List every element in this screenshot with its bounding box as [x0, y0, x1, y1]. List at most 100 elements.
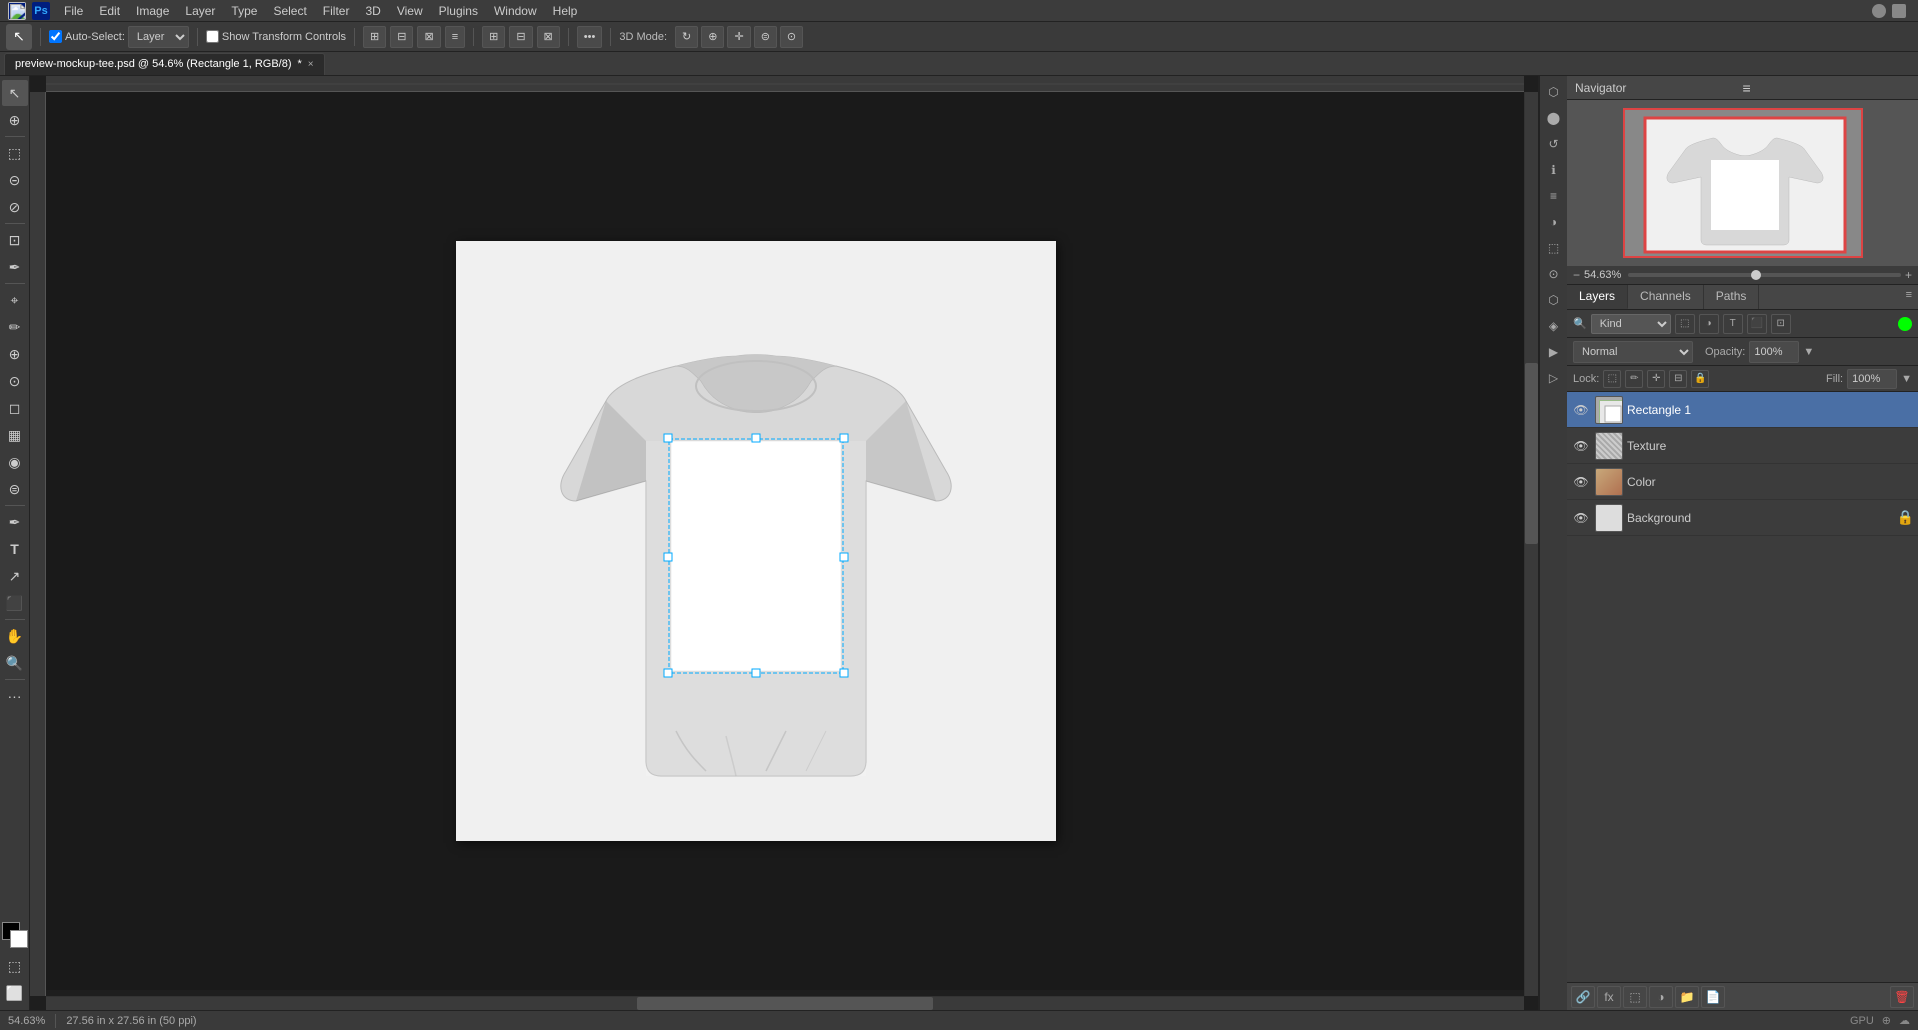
panel-icon-styles[interactable]: ◈ [1542, 314, 1566, 338]
layer-row-rectangle1[interactable]: 👁 Rectangle 1 [1567, 392, 1918, 428]
menu-image[interactable]: Image [128, 2, 177, 20]
snap-btn[interactable]: ⊙ [780, 26, 803, 48]
menu-view[interactable]: View [389, 2, 431, 20]
filter-type-btn[interactable]: T [1723, 314, 1743, 334]
zoom-out-icon[interactable]: − [1573, 268, 1580, 282]
panel-icon-info[interactable]: ⬡ [1542, 80, 1566, 104]
panel-icon-cc[interactable]: ≡ [1542, 184, 1566, 208]
window-controls[interactable] [1892, 4, 1906, 18]
tool-shape[interactable]: ⬛ [2, 590, 28, 616]
orbit-btn[interactable]: ⊕ [701, 26, 724, 48]
panel-icon-3d[interactable]: ⬡ [1542, 288, 1566, 312]
canvas-wrapper[interactable] [46, 92, 1538, 990]
new-layer-btn[interactable]: 📄 [1701, 986, 1725, 1008]
zoom-in-icon[interactable]: + [1905, 268, 1912, 282]
zoom-track[interactable] [1628, 273, 1901, 277]
tool-marquee[interactable]: ⬚ [2, 140, 28, 166]
tab-channels[interactable]: Channels [1628, 285, 1704, 309]
v-scrollbar-thumb[interactable] [1525, 363, 1538, 544]
tool-zoom[interactable]: 🔍 [2, 650, 28, 676]
opacity-arrow[interactable]: ▼ [1803, 346, 1814, 358]
filter-smartobj-btn[interactable]: ⊡ [1771, 314, 1791, 334]
link-layers-btn[interactable]: 🔗 [1571, 986, 1595, 1008]
filter-shape-btn[interactable]: ⬛ [1747, 314, 1767, 334]
new-fill-btn[interactable]: ◑ [1649, 986, 1673, 1008]
align-right-btn[interactable]: ⊠ [417, 26, 440, 48]
tab-close-btn[interactable]: × [308, 59, 314, 70]
panel-icon-properties[interactable]: ℹ [1542, 158, 1566, 182]
panel-icon-color[interactable]: ⬤ [1542, 106, 1566, 130]
filter-kind-select[interactable]: Kind [1591, 314, 1671, 334]
opacity-input[interactable] [1749, 341, 1799, 363]
tool-gradient[interactable]: ▦ [2, 422, 28, 448]
tool-dodge[interactable]: ⊜ [2, 476, 28, 502]
layer-eye-texture[interactable]: 👁 [1571, 436, 1591, 456]
distribute-3[interactable]: ⊠ [537, 26, 560, 48]
menu-window[interactable]: Window [486, 2, 545, 20]
menu-help[interactable]: Help [545, 2, 586, 20]
filter-adjustment-btn[interactable]: ◑ [1699, 314, 1719, 334]
menu-layer[interactable]: Layer [177, 2, 223, 20]
h-scrollbar-thumb[interactable] [637, 997, 933, 1010]
fill-input[interactable] [1847, 369, 1897, 389]
tool-move[interactable]: ↖ [2, 80, 28, 106]
screen-mode[interactable]: ⬜ [2, 980, 28, 1006]
tool-pen[interactable]: ✒ [2, 509, 28, 535]
distribute-2[interactable]: ⊟ [509, 26, 532, 48]
tool-text[interactable]: T [2, 536, 28, 562]
filter-pixel-btn[interactable]: ⬚ [1675, 314, 1695, 334]
layers-panel-menu[interactable]: ≡ [1900, 285, 1918, 309]
panel-icon-layers[interactable]: ⬚ [1542, 236, 1566, 260]
tab-layers[interactable]: Layers [1567, 285, 1628, 309]
pan-btn[interactable]: ✛ [727, 26, 750, 48]
layer-row-background[interactable]: 👁 Background 🔒 [1567, 500, 1918, 536]
lock-image-btn[interactable]: ✏ [1625, 370, 1643, 388]
panel-icon-timeline[interactable]: ▶ [1542, 340, 1566, 364]
navigator-menu-btn[interactable]: ≡ [1743, 80, 1911, 96]
document-tab[interactable]: preview-mockup-tee.psd @ 54.6% (Rectangl… [4, 53, 325, 75]
menu-edit[interactable]: Edit [91, 2, 128, 20]
background-color[interactable] [10, 930, 28, 948]
panel-icon-history[interactable]: ↺ [1542, 132, 1566, 156]
zoom-thumb[interactable] [1751, 270, 1761, 280]
tool-clone[interactable]: ⊕ [2, 341, 28, 367]
panel-icon-adjustments[interactable]: ◑ [1542, 210, 1566, 234]
tool-crop[interactable]: ⊡ [2, 227, 28, 253]
tool-more[interactable]: ··· [2, 683, 28, 709]
tool-history[interactable]: ⊙ [2, 368, 28, 394]
tab-paths[interactable]: Paths [1704, 285, 1760, 309]
align-center-btn[interactable]: ⊟ [390, 26, 413, 48]
menu-filter[interactable]: Filter [315, 2, 358, 20]
filter-toggle[interactable] [1898, 317, 1912, 331]
layer-eye-background[interactable]: 👁 [1571, 508, 1591, 528]
panel-icon-channels[interactable]: ⊙ [1542, 262, 1566, 286]
color-swatches[interactable] [2, 922, 28, 948]
zoom-btn[interactable]: ⊜ [754, 26, 777, 48]
add-mask-btn[interactable]: ⬚ [1623, 986, 1647, 1008]
layer-eye-rectangle1[interactable]: 👁 [1571, 400, 1591, 420]
navigator-preview[interactable] [1623, 108, 1863, 258]
tool-eyedropper[interactable]: ✒ [2, 254, 28, 280]
tool-lasso[interactable]: ⊝ [2, 167, 28, 193]
move-tool-icon[interactable]: ↖ [6, 24, 32, 50]
v-scrollbar[interactable] [1524, 92, 1538, 996]
add-style-btn[interactable]: fx [1597, 986, 1621, 1008]
new-group-btn[interactable]: 📁 [1675, 986, 1699, 1008]
tool-hand[interactable]: ✋ [2, 623, 28, 649]
align-left-btn[interactable]: ⊞ [363, 26, 386, 48]
lock-all-btn[interactable]: 🔒 [1691, 370, 1709, 388]
transform-checkbox[interactable] [206, 30, 219, 43]
rotate-btn[interactable]: ↻ [675, 26, 698, 48]
blend-mode-select[interactable]: Normal Multiply Screen Overlay [1573, 341, 1693, 363]
more-options[interactable]: ••• [577, 26, 603, 48]
menu-type[interactable]: Type [223, 2, 265, 20]
distribute-1[interactable]: ⊞ [482, 26, 505, 48]
canvas-area[interactable] [30, 76, 1538, 1010]
auto-select-dropdown[interactable]: Layer Group [128, 26, 189, 48]
align-justify-btn[interactable]: ≡ [445, 26, 465, 48]
tool-heal[interactable]: ⌖ [2, 287, 28, 313]
search-btn[interactable] [1872, 4, 1886, 18]
menu-3d[interactable]: 3D [357, 2, 388, 20]
tool-path[interactable]: ↗ [2, 563, 28, 589]
layer-eye-color[interactable]: 👁 [1571, 472, 1591, 492]
